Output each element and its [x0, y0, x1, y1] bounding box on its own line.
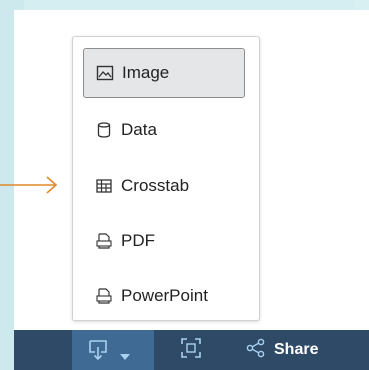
- menu-item-pdf[interactable]: PDF: [83, 216, 245, 266]
- share-label: Share: [274, 341, 319, 358]
- menu-item-crosstab[interactable]: Crosstab: [83, 161, 245, 211]
- share-icon: [246, 338, 266, 363]
- menu-item-label: PowerPoint: [121, 286, 208, 305]
- pdf-icon: [95, 232, 113, 250]
- fullscreen-icon: [180, 337, 202, 364]
- download-menu: Image Data Crosstab PDF PowerPoint: [72, 36, 260, 321]
- download-icon: [88, 339, 108, 366]
- menu-item-label: PDF: [121, 231, 155, 250]
- menu-item-data[interactable]: Data: [83, 105, 245, 155]
- menu-item-powerpoint[interactable]: PowerPoint: [83, 271, 245, 321]
- menu-item-label: Crosstab: [121, 176, 190, 195]
- bottom-toolbar: Share: [14, 330, 369, 370]
- menu-item-label: Data: [121, 120, 157, 139]
- table-icon: [95, 177, 113, 195]
- image-icon: [96, 64, 114, 82]
- database-icon: [95, 121, 113, 139]
- caret-down-icon: [120, 347, 130, 365]
- menu-item-image[interactable]: Image: [83, 48, 245, 98]
- menu-item-label: Image: [122, 63, 170, 82]
- pointer-arrow-icon: [0, 176, 58, 194]
- share-button[interactable]: Share: [246, 330, 318, 370]
- powerpoint-icon: [95, 287, 113, 305]
- download-button[interactable]: [72, 330, 154, 370]
- fullscreen-button[interactable]: [180, 330, 202, 370]
